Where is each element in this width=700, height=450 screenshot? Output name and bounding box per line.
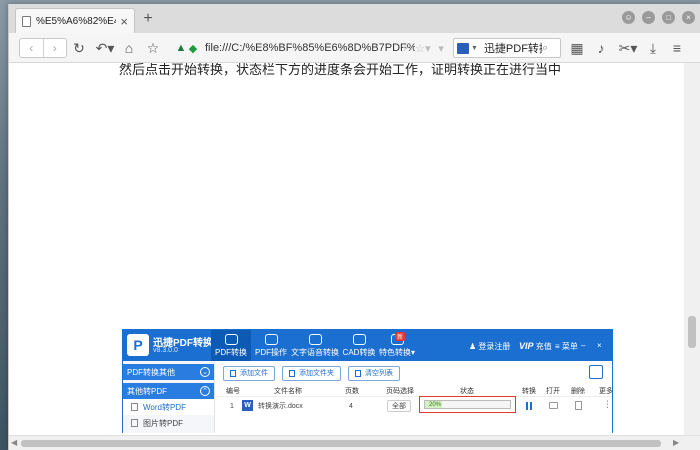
minimize-button[interactable]: – xyxy=(581,341,585,350)
secure-icon: ▲ xyxy=(175,42,187,54)
app-main: 添加文件 添加文件夹 清空列表 编号 文件名称 页数 页码选择 状态 转换 打开… xyxy=(216,361,612,433)
add-file-button[interactable]: 添加文件 xyxy=(223,365,275,381)
search-input[interactable] xyxy=(483,42,542,54)
browser-window: %E5%A6%82%E4%BD... × + ☺ – □ × ‹ › ↻ ↶▾ … xyxy=(8,4,700,450)
sidebar-item-word-to-pdf[interactable]: Word转PDF xyxy=(123,399,214,415)
favorite-icon[interactable]: ☆▾ xyxy=(414,39,432,57)
menu-icon: ≡ xyxy=(555,342,560,351)
row-number: 1 xyxy=(230,402,234,410)
page-count: 4 xyxy=(349,402,353,410)
tab-cad[interactable]: CAD转换 xyxy=(339,330,379,361)
sidebar-section-other-to-pdf[interactable]: 其他转PDF ⌃ xyxy=(123,383,214,399)
document-icon xyxy=(22,15,31,27)
shield-icon: ◆ xyxy=(188,42,198,55)
home-icon[interactable]: ⌂ xyxy=(121,39,137,57)
forward-button[interactable]: › xyxy=(44,39,67,57)
flash-icon[interactable]: ⚡ xyxy=(399,39,411,57)
tab-strip: %E5%A6%82%E4%BD... × + ☺ – □ × xyxy=(9,4,700,33)
sidebar-section-pdf-to-other[interactable]: PDF转换其他 ⌄ xyxy=(123,364,214,380)
search-icon[interactable]: ⌕ xyxy=(542,42,548,55)
folder-icon xyxy=(289,369,295,377)
refresh-icon[interactable]: ↻ xyxy=(71,39,87,57)
scroll-right-icon[interactable]: ▶ xyxy=(673,438,679,447)
folder-icon[interactable] xyxy=(549,402,558,409)
page-content: 然后点击开始转换，状态栏下方的进度条会开始工作，证明转换正在进行当中 P 迅捷P… xyxy=(9,63,684,433)
chevron-down-icon[interactable]: ▼ xyxy=(471,45,478,52)
vertical-scroll-thumb[interactable] xyxy=(688,316,696,348)
menu-link[interactable]: ≡ 菜单 xyxy=(555,341,578,352)
table-header: 编号 文件名称 页数 页码选择 状态 转换 打开 删除 更多 xyxy=(216,385,612,397)
apps-icon[interactable]: ▦ xyxy=(569,39,585,57)
star-icon[interactable]: ☆ xyxy=(145,39,161,57)
file-icon xyxy=(131,403,138,411)
tab-pdf-operate[interactable]: PDF操作 xyxy=(251,330,291,361)
pdf-converter-screenshot: P 迅捷PDF转换器 v8.3.0.0 PDF转换 PDF操作 文字语音转换 C… xyxy=(122,329,613,433)
tab-pdf-convert[interactable]: PDF转换 xyxy=(211,330,251,361)
new-tab-button[interactable]: + xyxy=(139,10,157,28)
close-icon[interactable]: × xyxy=(597,341,602,350)
progress-text: 20% xyxy=(429,402,442,408)
vip-link[interactable]: VIP 充值 xyxy=(519,341,552,352)
page-range-select[interactable]: 全部 xyxy=(387,400,411,412)
app-logo: P xyxy=(127,334,149,356)
file-name: 转换演示.docx xyxy=(258,403,303,410)
app-version: v8.3.0.0 xyxy=(153,347,178,354)
search-engine-icon[interactable] xyxy=(457,42,469,54)
new-badge: 新 xyxy=(395,332,406,341)
close-window-button[interactable]: × xyxy=(682,11,695,24)
operate-icon xyxy=(264,334,278,345)
add-file-icon xyxy=(230,369,236,377)
close-icon[interactable]: × xyxy=(120,15,128,28)
dropdown-icon[interactable]: ▾ xyxy=(435,39,447,57)
tab-text-voice[interactable]: 文字语音转换 xyxy=(291,330,339,361)
user-icon: ♟ xyxy=(469,342,477,351)
sidebar-item-image-to-pdf[interactable]: 图片转PDF xyxy=(123,415,214,431)
pause-icon[interactable] xyxy=(526,402,532,410)
login-link[interactable]: ♟ 登录注册 xyxy=(469,341,510,352)
back-button[interactable]: ‹ xyxy=(20,39,44,57)
progress-bar: 20% xyxy=(424,400,511,409)
cad-icon xyxy=(352,334,366,345)
download-icon[interactable]: ⤓ xyxy=(645,39,661,57)
tab-title: %E5%A6%82%E4%BD... xyxy=(36,15,116,27)
scissors-icon[interactable]: ✂▾ xyxy=(617,39,639,57)
browser-toolbar: ‹ › ↻ ↶▾ ⌂ ☆ ▲ ◆ file:///C:/%E8%BF%85%E6… xyxy=(9,33,700,63)
status-highlight: 20% xyxy=(419,396,516,413)
voice-icon xyxy=(308,334,322,345)
nav-buttons: ‹ › xyxy=(19,38,67,58)
table-row: 1 W 转换演示.docx 4 全部 20% ⋮ xyxy=(216,396,612,415)
scroll-left-icon[interactable]: ◀ xyxy=(11,438,17,447)
add-folder-button[interactable]: 添加文件夹 xyxy=(282,365,341,381)
more-icon[interactable]: ⋮ xyxy=(603,399,612,410)
horizontal-scroll-thumb[interactable] xyxy=(21,440,661,447)
maximize-button[interactable]: □ xyxy=(662,11,675,24)
horizontal-scrollbar[interactable]: ◀ ▶ xyxy=(9,435,700,450)
search-box[interactable]: ▼ ⌕ xyxy=(453,38,561,58)
address-bar[interactable]: file:///C:/%E8%BF%85%E6%8D%B7PDF%E8%BE xyxy=(205,39,415,57)
chevron-down-icon: ⌄ xyxy=(200,367,210,377)
page-paragraph: 然后点击开始转换，状态栏下方的进度条会开始工作，证明转换正在进行当中 xyxy=(119,63,562,77)
app-header: P 迅捷PDF转换器 v8.3.0.0 PDF转换 PDF操作 文字语音转换 C… xyxy=(123,330,612,361)
convert-icon xyxy=(224,334,238,345)
trash-icon xyxy=(355,369,361,377)
browser-tab[interactable]: %E5%A6%82%E4%BD... × xyxy=(15,8,135,33)
app-sidebar: PDF转换其他 ⌄ 其他转PDF ⌃ Word转PDF 图片转PDF xyxy=(123,361,215,433)
grid-view-icon[interactable] xyxy=(589,365,603,379)
word-icon: W xyxy=(242,400,253,411)
menu-icon[interactable]: ≡ xyxy=(669,39,685,57)
chevron-up-icon: ⌃ xyxy=(200,386,210,396)
skin-icon[interactable]: ☺ xyxy=(622,11,635,24)
vertical-scrollbar[interactable] xyxy=(684,63,700,435)
clear-list-button[interactable]: 清空列表 xyxy=(348,365,400,381)
trash-icon[interactable] xyxy=(575,401,582,410)
image-icon xyxy=(131,419,138,427)
file-toolbar: 添加文件 添加文件夹 清空列表 xyxy=(216,361,612,385)
undo-icon[interactable]: ↶▾ xyxy=(93,39,117,57)
speaker-icon[interactable]: ♪ xyxy=(593,39,609,57)
minimize-button[interactable]: – xyxy=(642,11,655,24)
